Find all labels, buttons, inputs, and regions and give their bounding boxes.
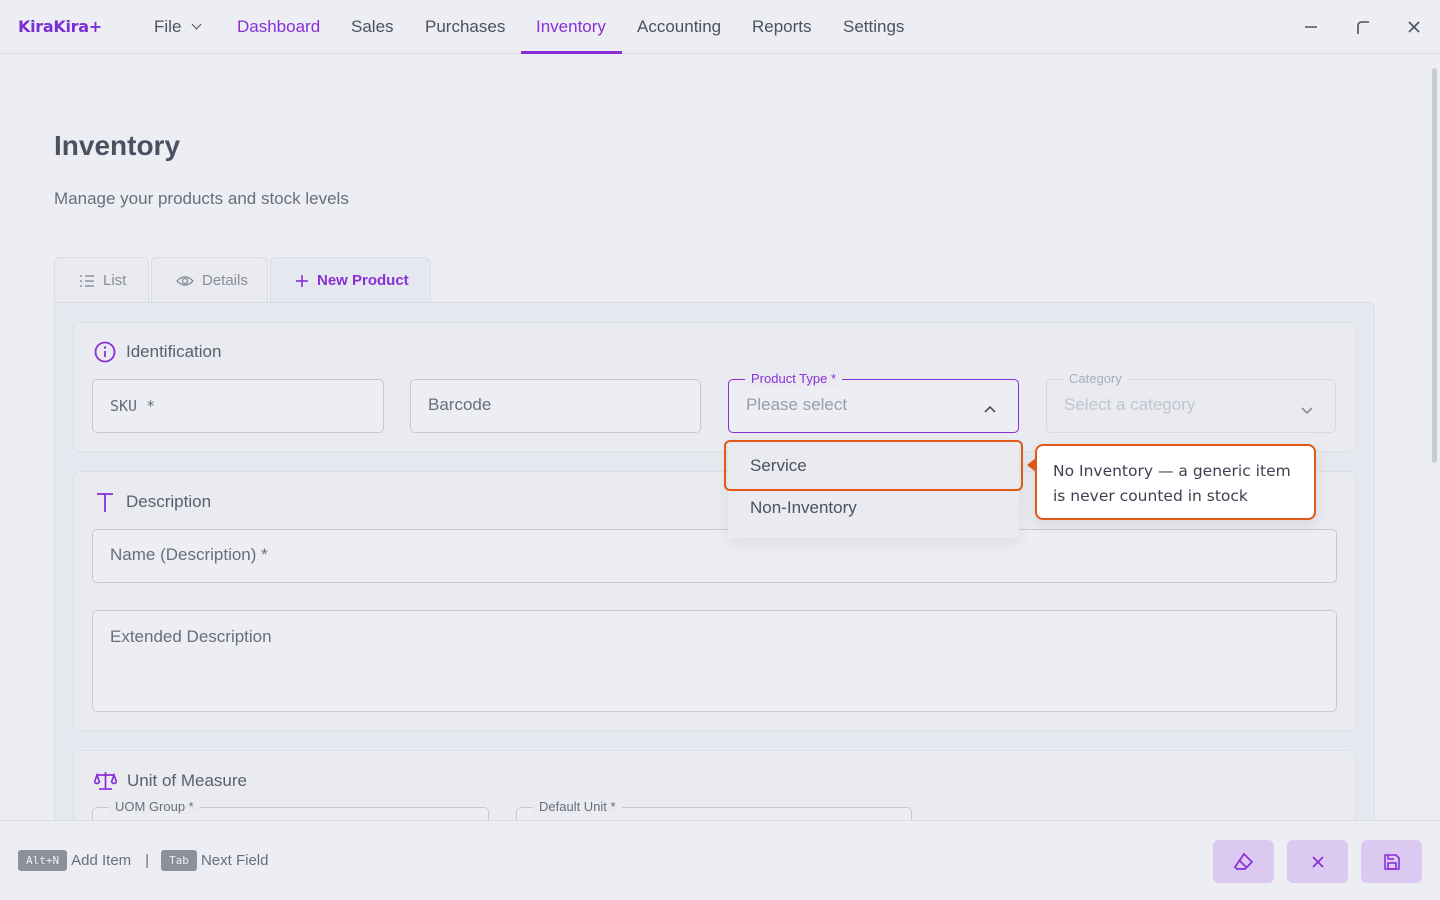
description-title: Description: [96, 491, 211, 513]
kbd-tab: Tab: [161, 850, 197, 871]
category-label: Category: [1063, 371, 1128, 386]
eraser-icon: [1233, 852, 1254, 872]
tab-label: List: [103, 272, 127, 289]
menu-purchases[interactable]: Purchases: [425, 0, 505, 54]
tooltip-text: No Inventory — a generic item is never c…: [1053, 462, 1291, 505]
default-unit-label: Default Unit *: [533, 799, 622, 814]
highlight-box: [724, 440, 1023, 491]
top-bar: KiraKira+ File Dashboard Sales Purchases…: [0, 0, 1440, 54]
menu-reports[interactable]: Reports: [752, 0, 812, 54]
identification-title: Identification: [94, 341, 221, 363]
active-menu-indicator: [521, 51, 622, 54]
uom-title: Unit of Measure: [94, 770, 247, 792]
menu-settings[interactable]: Settings: [843, 0, 904, 54]
name-description-field[interactable]: Name (Description) *: [92, 529, 1337, 583]
eye-icon: [176, 274, 194, 288]
chevron-up-icon: [983, 399, 997, 419]
page-title: Inventory: [54, 130, 181, 161]
product-type-label: Product Type *: [745, 371, 843, 386]
menu-dashboard[interactable]: Dashboard: [237, 0, 320, 54]
text-icon: [96, 491, 114, 513]
chevron-down-icon: [191, 19, 202, 30]
page-subtitle: Manage your products and stock levels: [54, 189, 349, 208]
tab-new-product[interactable]: New Product: [270, 257, 431, 303]
barcode-field[interactable]: Barcode: [410, 379, 701, 433]
extended-description-label: Extended Description: [110, 627, 272, 646]
sku-label: SKU *: [110, 397, 156, 415]
category-select[interactable]: Category Select a category: [1046, 371, 1336, 433]
product-type-placeholder: Please select: [746, 395, 848, 414]
chevron-down-icon: [1300, 401, 1314, 421]
barcode-placeholder: Barcode: [428, 395, 492, 414]
maximize-icon[interactable]: [1350, 14, 1376, 40]
hint-separator: |: [145, 852, 150, 869]
close-icon[interactable]: [1401, 14, 1427, 40]
minimize-icon[interactable]: [1298, 14, 1324, 40]
menu-inventory[interactable]: Inventory: [536, 0, 606, 54]
extended-description-field[interactable]: Extended Description: [92, 610, 1337, 712]
clear-button[interactable]: [1213, 840, 1274, 883]
name-description-label: Name (Description) *: [110, 545, 268, 564]
plus-icon: [295, 274, 309, 288]
menu-file[interactable]: File: [154, 0, 202, 54]
category-placeholder: Select a category: [1064, 395, 1196, 414]
sku-field[interactable]: SKU *: [92, 379, 384, 433]
footer-bar: Alt+N Add Item | Tab Next Field: [0, 820, 1440, 900]
tab-label: Details: [202, 272, 248, 289]
cancel-button[interactable]: [1287, 840, 1348, 883]
save-icon: [1383, 853, 1401, 871]
option-non-inventory[interactable]: Non-Inventory: [728, 486, 1019, 530]
menu-sales[interactable]: Sales: [351, 0, 394, 54]
tab-details[interactable]: Details: [151, 257, 268, 303]
app-logo: KiraKira+: [18, 17, 102, 36]
product-type-select[interactable]: Product Type * Please select: [728, 371, 1019, 433]
scale-icon: [94, 770, 117, 792]
kbd-alt-n: Alt+N: [18, 850, 68, 871]
menu-accounting[interactable]: Accounting: [637, 0, 721, 54]
list-icon: [79, 274, 95, 288]
info-icon: [94, 341, 116, 363]
hint-add-item: Alt+N Add Item | Tab Next Field: [18, 850, 268, 871]
tab-label: New Product: [317, 272, 409, 289]
tooltip: No Inventory — a generic item is never c…: [1035, 444, 1316, 520]
save-button[interactable]: [1361, 840, 1422, 883]
scrollbar-thumb[interactable]: [1432, 68, 1437, 463]
uom-group-label: UOM Group *: [109, 799, 200, 814]
tab-list[interactable]: List: [54, 257, 149, 303]
close-icon: [1310, 854, 1326, 870]
